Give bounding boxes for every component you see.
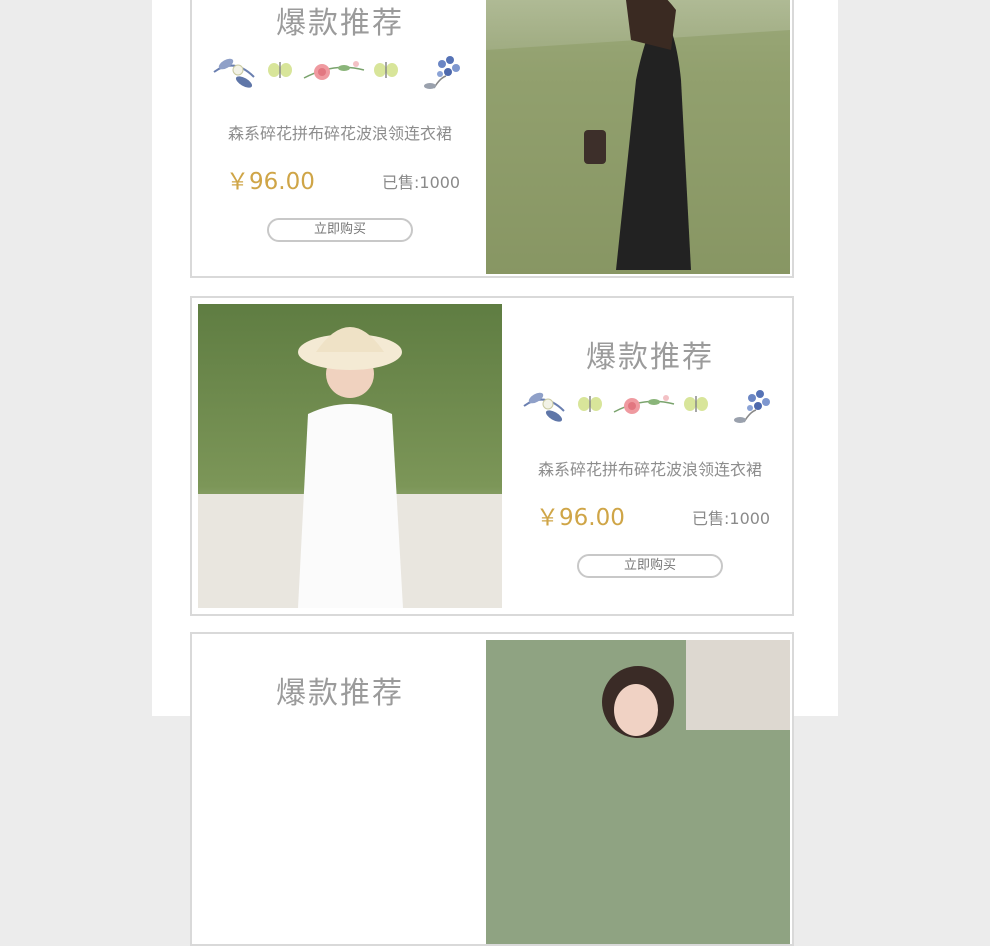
sold-count: 已售:1000 (692, 509, 771, 528)
sold-count: 已售:1000 (382, 173, 461, 192)
floral-decoration-icon (213, 56, 460, 89)
product-name[interactable]: 森系碎花拼布碎花波浪领连衣裙 (192, 120, 488, 144)
butterfly-icon (374, 62, 398, 78)
section-title: 爆款推荐 (586, 340, 714, 375)
product-listing-page: 爆款推荐 森系碎花拼布碎花波浪领连衣裙 ￥96.00 已售:1000 立即购买 … (152, 0, 838, 946)
butterfly-icon (578, 396, 602, 412)
rose-icon (613, 395, 675, 414)
rose-icon (303, 61, 365, 80)
section-title: 爆款推荐 (276, 6, 404, 41)
leaf-sprig-icon (213, 58, 255, 88)
section-title: 爆款推荐 (276, 676, 404, 711)
product-info: 爆款推荐 (192, 634, 488, 944)
buy-now-button[interactable]: 立即购买 (577, 554, 723, 578)
hydrangea-icon (734, 390, 770, 423)
product-price: ￥96.00 (536, 505, 625, 531)
hydrangea-icon (424, 56, 460, 89)
product-photo[interactable] (198, 304, 502, 608)
leaf-sprig-icon (523, 392, 565, 422)
product-photo[interactable] (486, 0, 790, 274)
product-info: 爆款推荐 (192, 0, 488, 276)
product-name[interactable]: 森系碎花拼布碎花波浪领连衣裙 (502, 456, 798, 480)
product-card[interactable]: 爆款推荐 (190, 296, 794, 616)
product-card[interactable]: 爆款推荐 (190, 632, 794, 946)
product-price: ￥96.00 (226, 169, 315, 195)
butterfly-icon (684, 396, 708, 412)
floral-decoration-icon (523, 390, 770, 423)
butterfly-icon (268, 62, 292, 78)
product-card[interactable]: 爆款推荐 (190, 0, 794, 278)
product-info: 爆款推荐 (502, 298, 798, 614)
product-photo[interactable] (486, 640, 790, 944)
buy-now-button[interactable]: 立即购买 (267, 218, 413, 242)
